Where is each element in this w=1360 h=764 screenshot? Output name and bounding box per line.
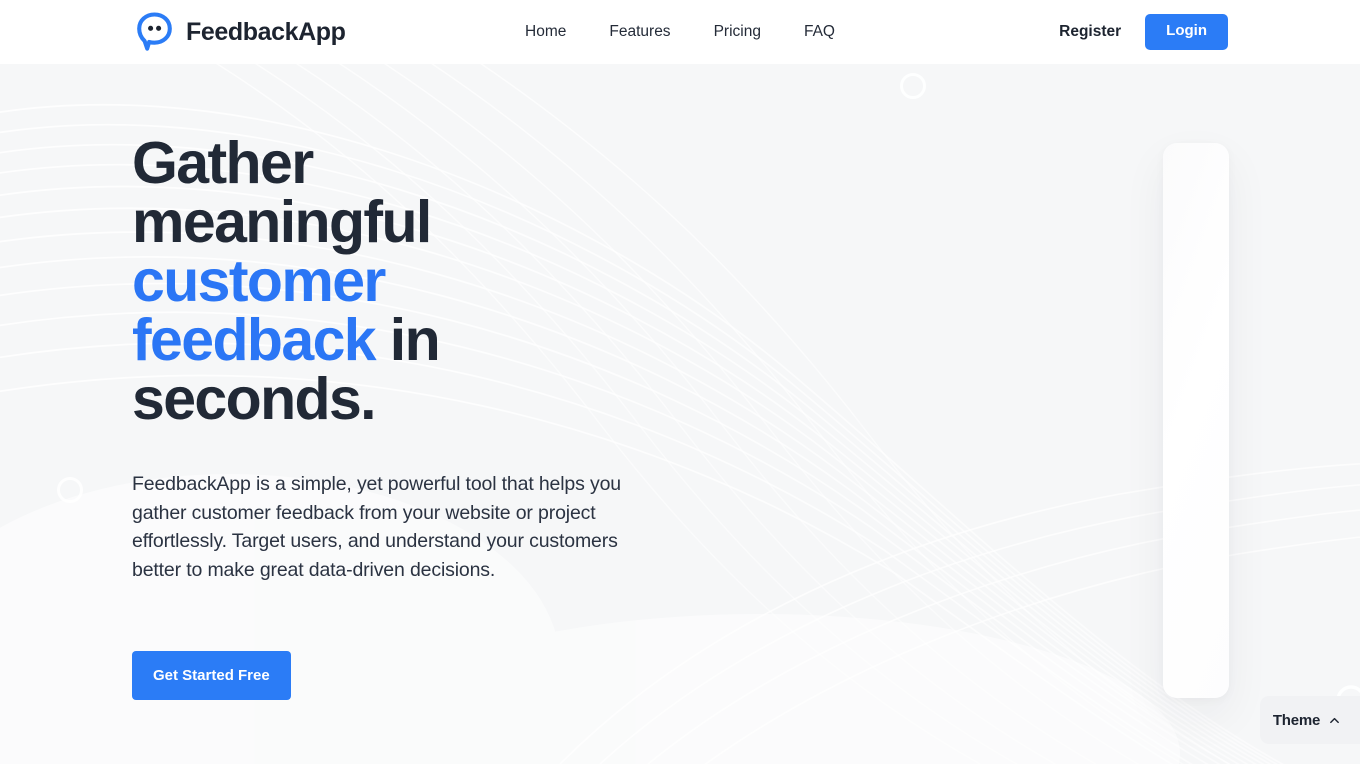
chevron-up-icon[interactable]	[1328, 714, 1341, 727]
hero-headline: Gather meaningful customer feedback in s…	[132, 134, 512, 429]
hero-subheadline: FeedbackApp is a simple, yet powerful to…	[132, 473, 621, 581]
nav-item-home[interactable]: Home	[525, 23, 566, 41]
hero-content: Gather meaningful customer feedback in s…	[0, 64, 1360, 700]
header-actions: Register Login	[1059, 14, 1228, 50]
brand-name: FeedbackApp	[186, 17, 346, 46]
brand-logo-link[interactable]: FeedbackApp	[132, 10, 346, 54]
site-header: FeedbackApp Home Features Pricing FAQ Re…	[0, 0, 1360, 64]
speech-bubble-icon	[137, 12, 172, 51]
headline-text-lead: Gather meaningful	[132, 130, 432, 255]
nav-item-pricing[interactable]: Pricing	[714, 23, 761, 41]
register-link[interactable]: Register	[1059, 23, 1121, 41]
theme-switcher[interactable]: Theme	[1260, 696, 1360, 744]
nav-item-features[interactable]: Features	[609, 23, 670, 41]
theme-switcher-label: Theme	[1272, 711, 1321, 729]
headline-accent-text: customer feedback	[132, 248, 386, 373]
landing-page: FeedbackApp Home Features Pricing FAQ Re…	[0, 0, 1360, 764]
login-button[interactable]: Login	[1145, 14, 1228, 50]
nav-item-faq[interactable]: FAQ	[804, 23, 835, 41]
get-started-free-button[interactable]: Get Started Free	[132, 650, 291, 700]
hero-section: Gather meaningful customer feedback in s…	[0, 64, 1360, 764]
primary-navigation: Home Features Pricing FAQ	[525, 23, 835, 41]
